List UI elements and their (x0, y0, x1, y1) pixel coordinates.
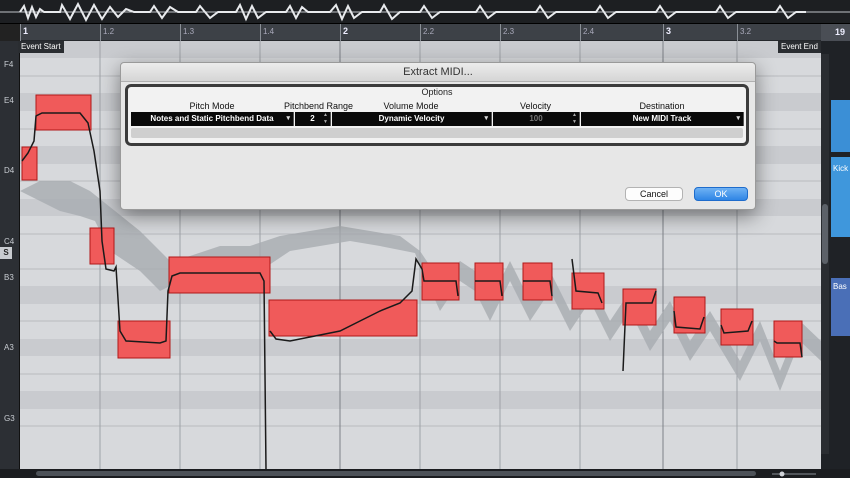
right-panel: 19 Kick Bas (821, 24, 850, 478)
pitchbend-range-stepper[interactable]: 2 ▲ ▼ (295, 112, 331, 126)
ok-button[interactable]: OK (694, 187, 748, 201)
options-group: Options Pitch Mode Pitchbend Range Volum… (125, 84, 749, 146)
solo-marker[interactable]: S (0, 247, 12, 259)
ruler-beat-label: 1.4 (263, 27, 275, 36)
destination-value: New MIDI Track (632, 114, 692, 123)
options-group-title: Options (421, 87, 453, 97)
right-ruler[interactable]: 19 (821, 24, 850, 41)
velocity-stepper[interactable]: 100 ▲ ▼ (493, 112, 580, 126)
volume-mode-select[interactable]: Dynamic Velocity ▾ (332, 112, 492, 126)
note-block (21, 146, 38, 181)
ruler-tick (420, 24, 421, 41)
volume-mode-header: Volume Mode (383, 101, 439, 111)
pitch-mode-value: Notes and Static Pitchbend Data (150, 114, 274, 123)
track-clip-upper[interactable] (831, 100, 850, 152)
chevron-down-icon: ▾ (484, 115, 488, 122)
destination-select[interactable]: New MIDI Track ▾ (581, 112, 744, 126)
ruler-tick (20, 24, 21, 41)
overview-waveform[interactable] (0, 0, 850, 24)
velocity-header: Velocity (519, 101, 552, 111)
timeline-ruler[interactable]: 1 1.2 1.3 1.4 2 2.2 2.3 2.4 3 3.2 (20, 24, 821, 41)
velocity-value: 100 (529, 114, 543, 123)
ruler-beat-label: 2.2 (423, 27, 435, 36)
key-label-g3: G3 (4, 414, 15, 423)
pitch-mode-select[interactable]: Notes and Static Pitchbend Data ▾ (131, 112, 294, 126)
volume-mode-value: Dynamic Velocity (378, 114, 445, 123)
note-block (168, 256, 271, 294)
pitch-mode-header: Pitch Mode (189, 101, 235, 111)
stepper-arrows-icon: ▲ ▼ (323, 112, 328, 125)
ruler-bar-label: 2 (343, 26, 349, 36)
horizontal-scrollbar[interactable] (0, 469, 850, 478)
destination-header: Destination (639, 101, 685, 111)
ruler-bar-label: 1 (23, 26, 29, 36)
extract-midi-dialog: Extract MIDI... Options Pitch Mode Pitch… (120, 62, 756, 210)
ruler-tick (737, 24, 738, 41)
clip-label-kick: Kick (833, 164, 849, 173)
ruler-tick (260, 24, 261, 41)
piano-keys[interactable]: F4 E4 D4 C4 B3 A3 G3 S (0, 41, 20, 469)
options-spacer (131, 128, 743, 138)
ruler-tick (580, 24, 581, 41)
note-block (622, 288, 657, 326)
vertical-scroll-thumb[interactable] (822, 204, 828, 264)
note-block (773, 320, 803, 358)
note-block (720, 308, 754, 346)
ruler-beat-label: 2.4 (583, 27, 595, 36)
vertical-scrollbar[interactable] (821, 54, 829, 454)
pitchbend-range-value: 2 (310, 114, 315, 123)
event-start-flag[interactable]: Event Start (18, 41, 64, 53)
ruler-tick (340, 24, 341, 41)
horizontal-scroll-thumb[interactable] (36, 471, 756, 476)
ruler-tick (663, 24, 664, 41)
stepper-arrows-icon: ▲ ▼ (572, 112, 577, 125)
ruler-tick (180, 24, 181, 41)
zoom-slider[interactable] (770, 470, 818, 477)
chevron-down-icon: ▾ (736, 115, 740, 122)
ruler-beat-label: 1.3 (183, 27, 195, 36)
key-label-e4: E4 (4, 96, 14, 105)
key-label-b3: B3 (4, 273, 14, 282)
ruler-beat-label: 3.2 (740, 27, 752, 36)
key-label-f4: F4 (4, 60, 14, 69)
ruler-beat-label: 1.2 (103, 27, 115, 36)
dialog-title[interactable]: Extract MIDI... (121, 63, 755, 82)
event-end-flag[interactable]: Event End (778, 41, 821, 53)
key-label-d4: D4 (4, 166, 15, 175)
right-bar-label: 19 (835, 27, 846, 37)
ruler-tick (100, 24, 101, 41)
key-label-c4: C4 (4, 237, 15, 246)
ruler-tick (500, 24, 501, 41)
ruler-beat-label: 2.3 (503, 27, 515, 36)
overview-waveform-graphic (0, 1, 850, 23)
key-label-a3: A3 (4, 343, 14, 352)
cancel-button[interactable]: Cancel (625, 187, 683, 201)
clip-label-bass: Bas (833, 282, 847, 291)
chevron-down-icon: ▾ (286, 115, 290, 122)
ruler-bar-label: 3 (666, 26, 672, 36)
